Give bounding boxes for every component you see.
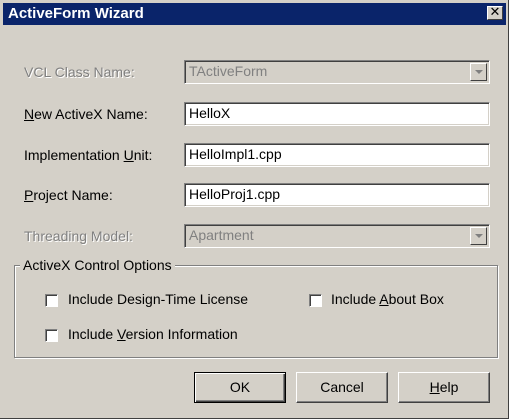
title-bar[interactable]: ActiveForm Wizard ✕ <box>3 3 506 25</box>
about-box-checkbox[interactable] <box>309 294 322 307</box>
threading-model-combobox: Apartment <box>184 224 490 248</box>
activex-name-label: New ActiveX Name: <box>24 106 148 122</box>
chevron-down-icon <box>470 227 487 245</box>
design-license-label[interactable]: Include Design-Time License <box>68 291 248 307</box>
close-icon: ✕ <box>489 5 501 20</box>
project-name-label: Project Name: <box>24 187 113 203</box>
cancel-button[interactable]: Cancel <box>296 372 388 403</box>
activeform-wizard-dialog: ActiveForm Wizard ✕ VCL Class Name: TAct… <box>0 0 509 419</box>
ok-button[interactable]: OK <box>194 372 286 403</box>
threading-model-value: Apartment <box>189 227 254 243</box>
close-button[interactable]: ✕ <box>487 6 503 20</box>
vcl-class-name-label: VCL Class Name: <box>24 64 135 80</box>
window-title: ActiveForm Wizard <box>8 5 144 22</box>
help-button[interactable]: Help <box>398 372 490 403</box>
implementation-unit-value: HelloImpl1.cpp <box>189 146 282 162</box>
version-info-label[interactable]: Include Version Information <box>68 326 238 342</box>
project-name-value: HelloProj1.cpp <box>189 186 281 202</box>
implementation-unit-input[interactable]: HelloImpl1.cpp <box>184 143 490 167</box>
activex-options-title: ActiveX Control Options <box>20 257 175 273</box>
threading-model-label: Threading Model: <box>24 228 133 244</box>
activex-name-value: HelloX <box>189 105 231 121</box>
vcl-class-name-value: TActiveForm <box>189 63 268 79</box>
project-name-input[interactable]: HelloProj1.cpp <box>184 183 490 207</box>
activex-name-input[interactable]: HelloX <box>184 102 490 126</box>
vcl-class-name-combobox: TActiveForm <box>184 60 490 84</box>
implementation-unit-label: Implementation Unit: <box>24 147 153 163</box>
about-box-label[interactable]: Include About Box <box>331 291 444 307</box>
activex-options-groupbox <box>14 265 498 358</box>
chevron-down-icon <box>470 63 487 81</box>
design-license-checkbox[interactable] <box>45 294 58 307</box>
version-info-checkbox[interactable] <box>45 329 58 342</box>
